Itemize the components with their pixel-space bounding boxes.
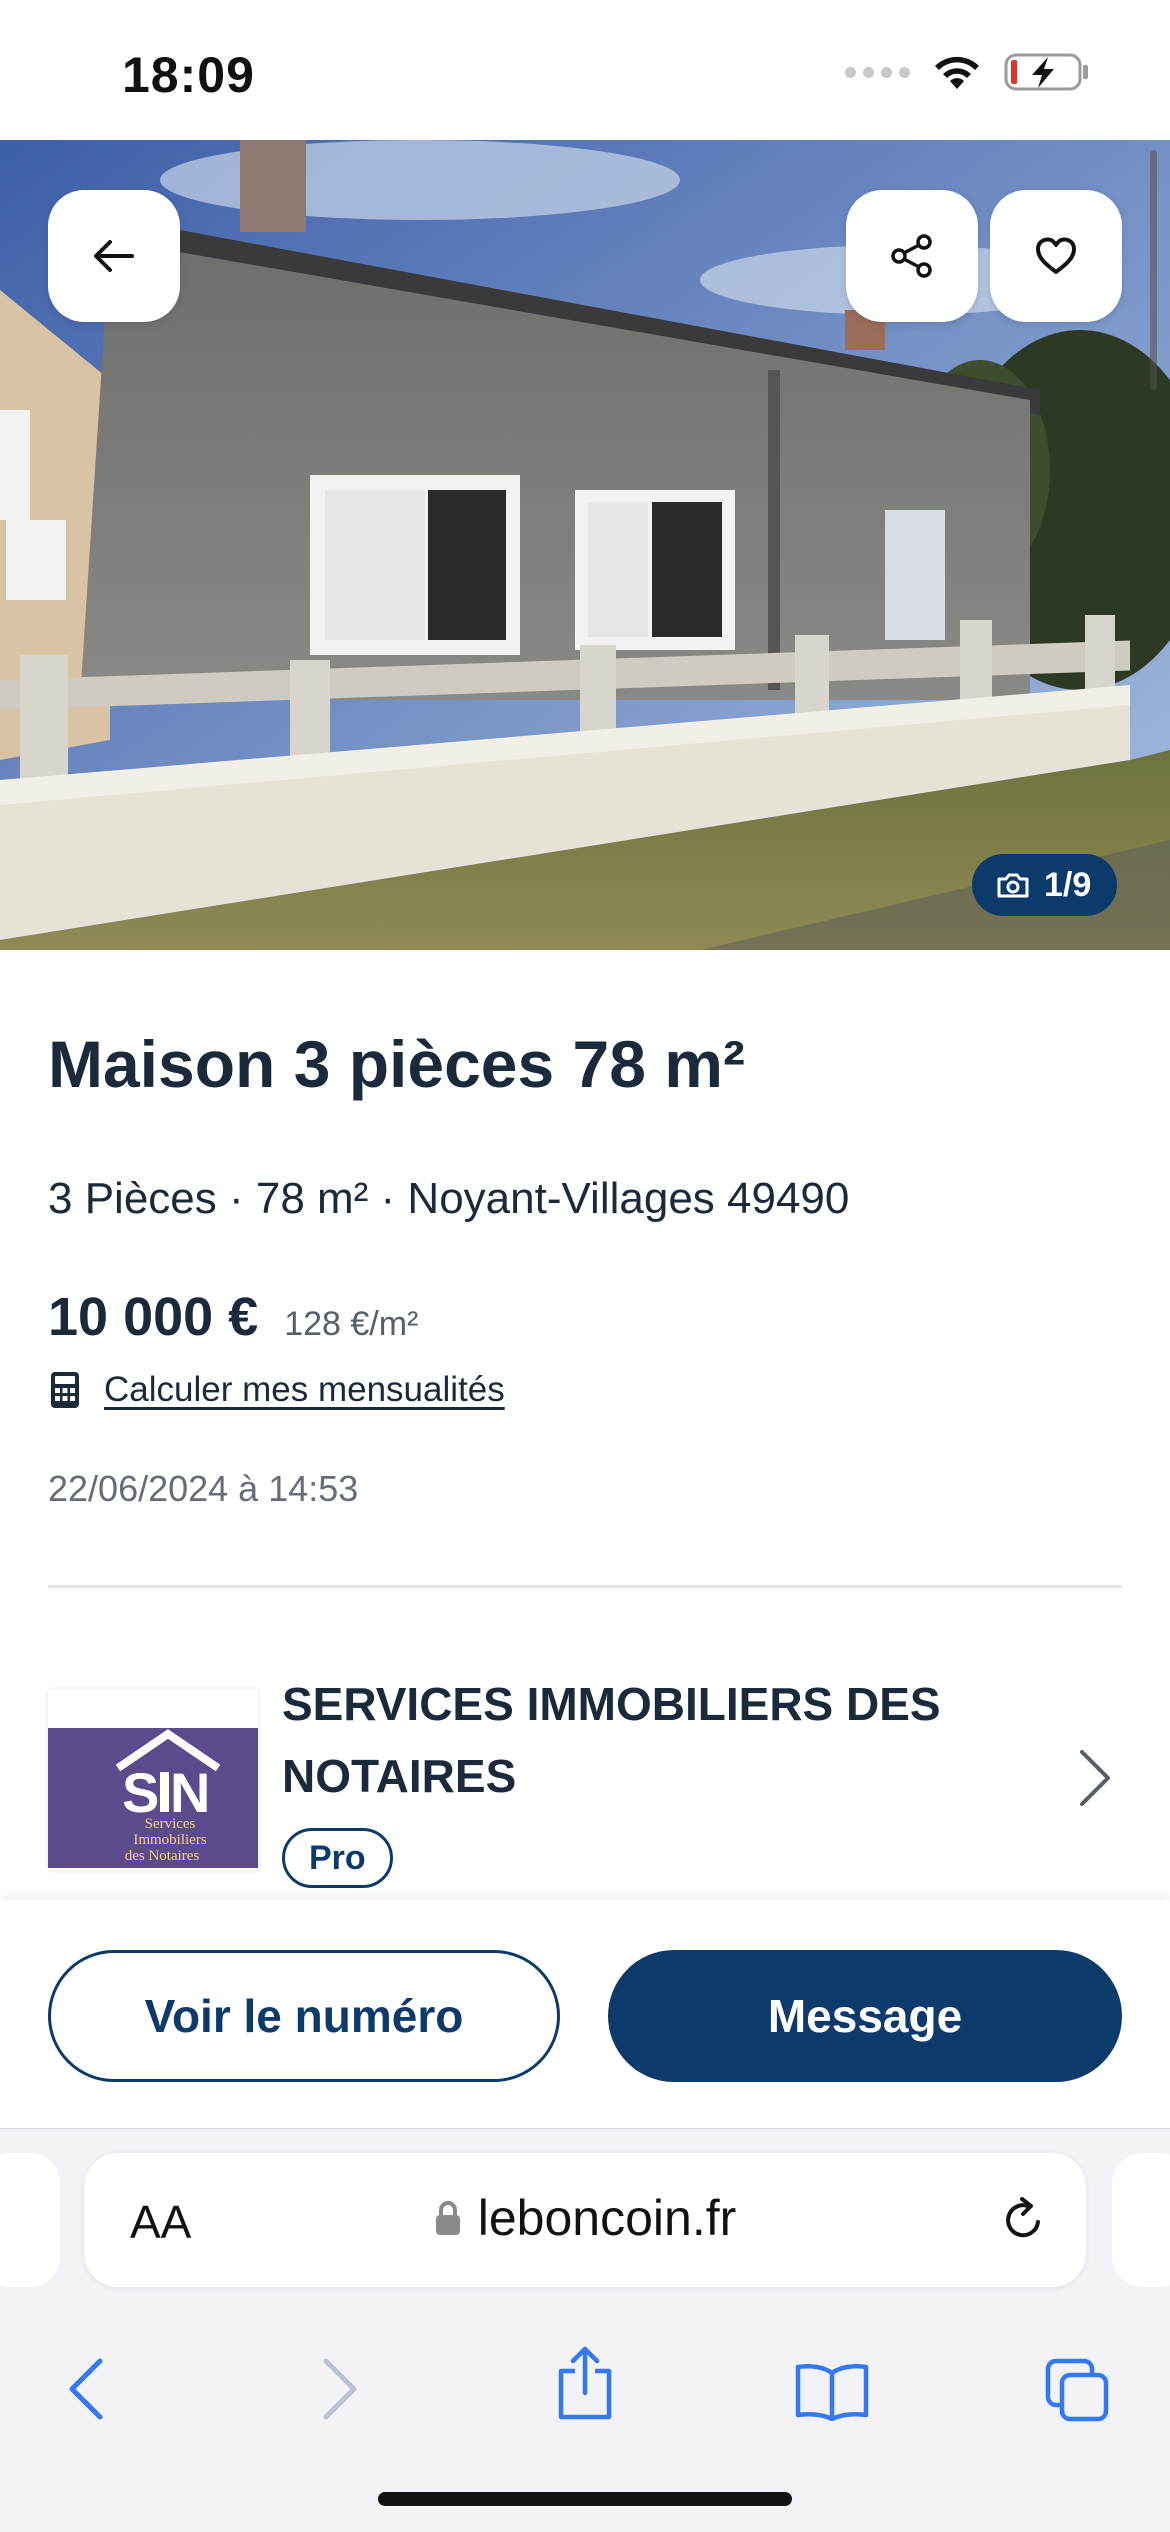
reload-icon[interactable] [998,2195,1048,2245]
camera-icon [997,873,1029,898]
bookmarks-icon[interactable] [794,2361,870,2421]
wifi-icon [935,56,979,89]
status-icons [845,52,1090,92]
url-text: leboncoin.fr [477,2190,737,2246]
seller-name[interactable]: SERVICES IMMOBILIERS DES NOTAIRES [282,1668,982,1812]
share-icon [891,234,932,278]
listing-date: 22/06/2024 à 14:53 [48,1468,359,1509]
listing-price: 10 000 € [48,1287,259,1347]
listing-title: Maison 3 pièces 78 m² [48,1027,745,1101]
lock-icon [435,2201,460,2235]
chevron-right-icon[interactable] [1078,1748,1112,1808]
safari-browser-chrome: AA leboncoin.fr [0,2128,1170,2532]
seller-logo: S N Services Immobiliers des Notaires [48,1728,258,1868]
home-indicator[interactable] [378,2492,792,2506]
price-per-sqm: 128 €/m² [284,1305,419,1343]
share-sheet-icon[interactable] [553,2345,617,2421]
share-button[interactable] [846,190,978,322]
forward-icon[interactable] [320,2357,360,2421]
show-phone-number-button[interactable]: Voir le numéro [48,1950,560,2082]
browser-toolbar [0,2325,1170,2435]
contact-action-bar: Voir le numéro Message [0,1900,1170,2128]
seller-card[interactable]: S N Services Immobiliers des Notaires SE… [48,1660,1122,1900]
calculator-icon [51,1372,79,1408]
back-button[interactable] [48,190,180,322]
next-tab-preview[interactable] [1112,2153,1170,2287]
listing-photo-gallery[interactable]: 1/9 [0,140,1170,950]
calculate-payments-link[interactable]: Calculer mes mensualités [50,1370,505,1410]
status-bar: 18:09 [0,0,1170,140]
arrow-left-icon [94,240,134,272]
sin-logo-mark: S N Services Immobiliers des Notaires [48,1728,258,1868]
battery-charging-icon [1004,53,1088,91]
pro-badge: Pro [282,1828,393,1888]
svg-text:Services: Services [145,1816,196,1832]
divider [48,1585,1122,1588]
photo-counter-text: 1/9 [1044,865,1092,904]
back-icon[interactable] [66,2357,106,2421]
message-button[interactable]: Message [608,1950,1122,2082]
svg-text:N: N [170,1761,210,1824]
svg-text:S: S [122,1761,159,1824]
address-bar[interactable]: AA leboncoin.fr [84,2153,1086,2287]
svg-text:des Notaires: des Notaires [125,1848,200,1864]
photo-counter-badge: 1/9 [972,854,1118,916]
price-row: 10 000 € 128 €/m² [48,1286,418,1348]
status-time: 18:09 [122,47,255,103]
previous-tab-preview[interactable] [0,2153,60,2287]
calculate-payments-label[interactable]: Calculer mes mensualités [104,1370,505,1410]
tabs-icon[interactable] [1044,2357,1112,2423]
favorite-button[interactable] [990,190,1122,322]
url-display[interactable]: leboncoin.fr [84,2189,1086,2247]
cellular-signal-icon [845,66,910,78]
heart-icon [1036,237,1076,274]
listing-attributes: 3 Pièces · 78 m² · Noyant-Villages 49490 [48,1174,850,1223]
svg-text:Immobiliers: Immobiliers [133,1832,206,1848]
page-scrollbar[interactable] [1150,150,1157,390]
